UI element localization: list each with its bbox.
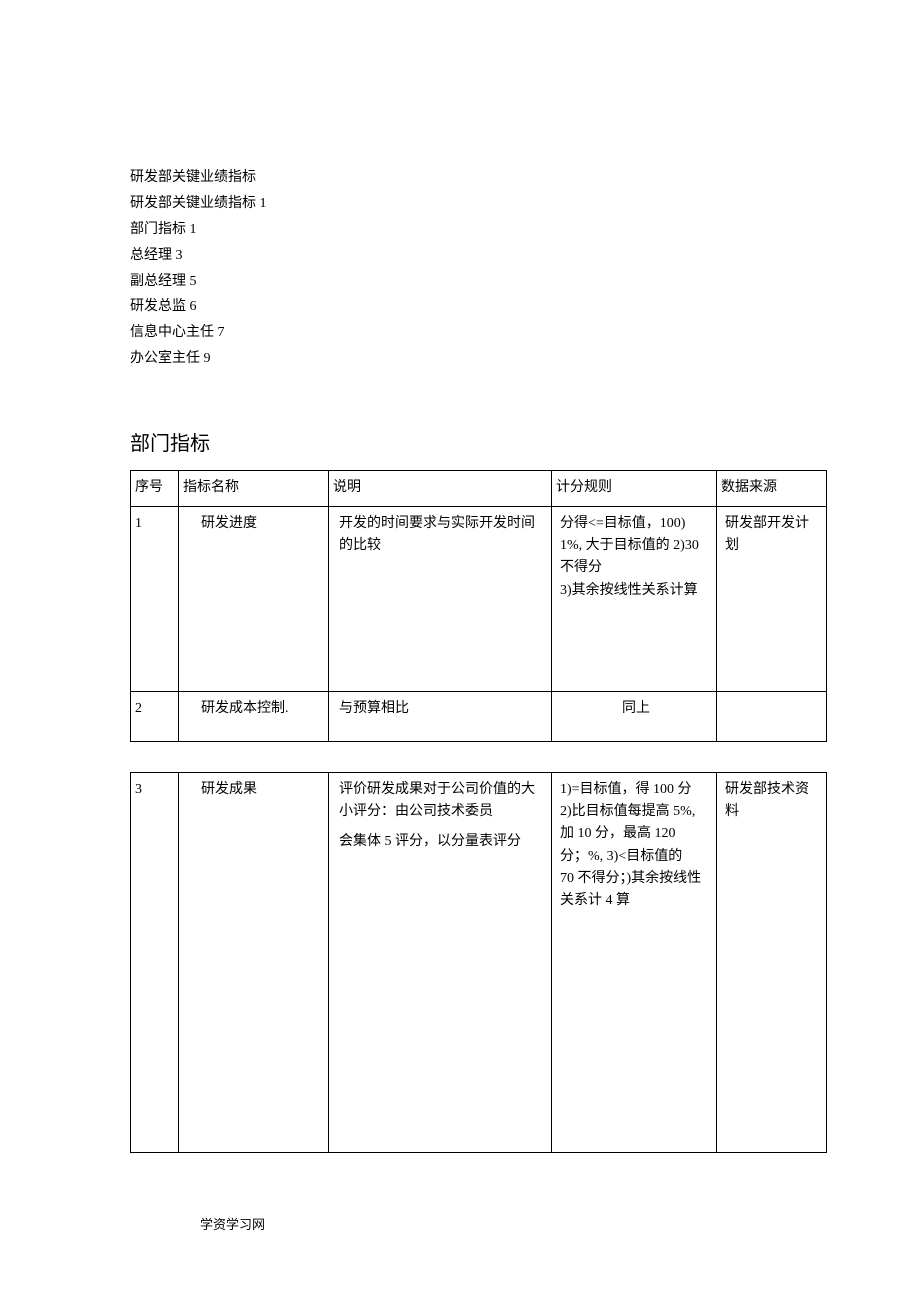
header-line-4: 总经理 3	[130, 243, 790, 269]
cell-desc-p1: 评价研发成果对于公司价值的大小评分：由公司技术委员	[339, 779, 547, 824]
header-line-6: 研发总监 6	[130, 294, 790, 320]
table-row: 3 研发成果 评价研发成果对于公司价值的大小评分：由公司技术委员 会集体 5 评…	[131, 772, 827, 1152]
metrics-table-2: 3 研发成果 评价研发成果对于公司价值的大小评分：由公司技术委员 会集体 5 评…	[130, 772, 827, 1153]
table-header-row: 序号 指标名称 说明 计分规则 数据来源	[131, 471, 827, 506]
header-line-7: 信息中心主任 7	[130, 320, 790, 346]
cell-desc: 与预算相比	[329, 691, 552, 741]
table-row: 2 研发成本控制. 与预算相比 同上	[131, 691, 827, 741]
header-line-3: 部门指标 1	[130, 217, 790, 243]
col-header-source: 数据来源	[717, 471, 827, 506]
section-title: 部门指标	[130, 427, 790, 456]
cell-name: 研发进度	[179, 506, 329, 691]
header-line-1: 研发部关键业绩指标	[130, 165, 790, 191]
col-header-seq: 序号	[131, 471, 179, 506]
cell-seq: 1	[131, 506, 179, 691]
col-header-desc: 说明	[329, 471, 552, 506]
col-header-name: 指标名称	[179, 471, 329, 506]
header-line-8: 办公室主任 9	[130, 346, 790, 372]
table-row: 1 研发进度 开发的时间要求与实际开发时间的比较 分得<=目标值，100) 1%…	[131, 506, 827, 691]
cell-desc-p2: 会集体 5 评分，以分量表评分	[339, 831, 547, 853]
cell-seq: 3	[131, 772, 179, 1152]
cell-source: 研发部开发计划	[717, 506, 827, 691]
cell-seq: 2	[131, 691, 179, 741]
footer-text: 学资学习网	[200, 1214, 265, 1233]
cell-source: 研发部技术资料	[717, 772, 827, 1152]
cell-desc: 开发的时间要求与实际开发时间的比较	[329, 506, 552, 691]
header-line-2: 研发部关键业绩指标 1	[130, 191, 790, 217]
cell-name: 研发成果	[179, 772, 329, 1152]
col-header-rule: 计分规则	[552, 471, 717, 506]
cell-desc: 评价研发成果对于公司价值的大小评分：由公司技术委员 会集体 5 评分，以分量表评…	[329, 772, 552, 1152]
metrics-table-1: 序号 指标名称 说明 计分规则 数据来源 1 研发进度 开发的时间要求与实际开发…	[130, 470, 827, 741]
cell-name: 研发成本控制.	[179, 691, 329, 741]
cell-rule: 同上	[552, 691, 717, 741]
header-list: 研发部关键业绩指标 研发部关键业绩指标 1 部门指标 1 总经理 3 副总经理 …	[130, 165, 790, 372]
cell-rule: 1)=目标值，得 100 分 2)比目标值每提高 5%, 加 10 分，最高 1…	[552, 772, 717, 1152]
header-line-5: 副总经理 5	[130, 269, 790, 295]
cell-rule: 分得<=目标值，100) 1%, 大于目标值的 2)30 不得分 3)其余按线性…	[552, 506, 717, 691]
cell-source	[717, 691, 827, 741]
